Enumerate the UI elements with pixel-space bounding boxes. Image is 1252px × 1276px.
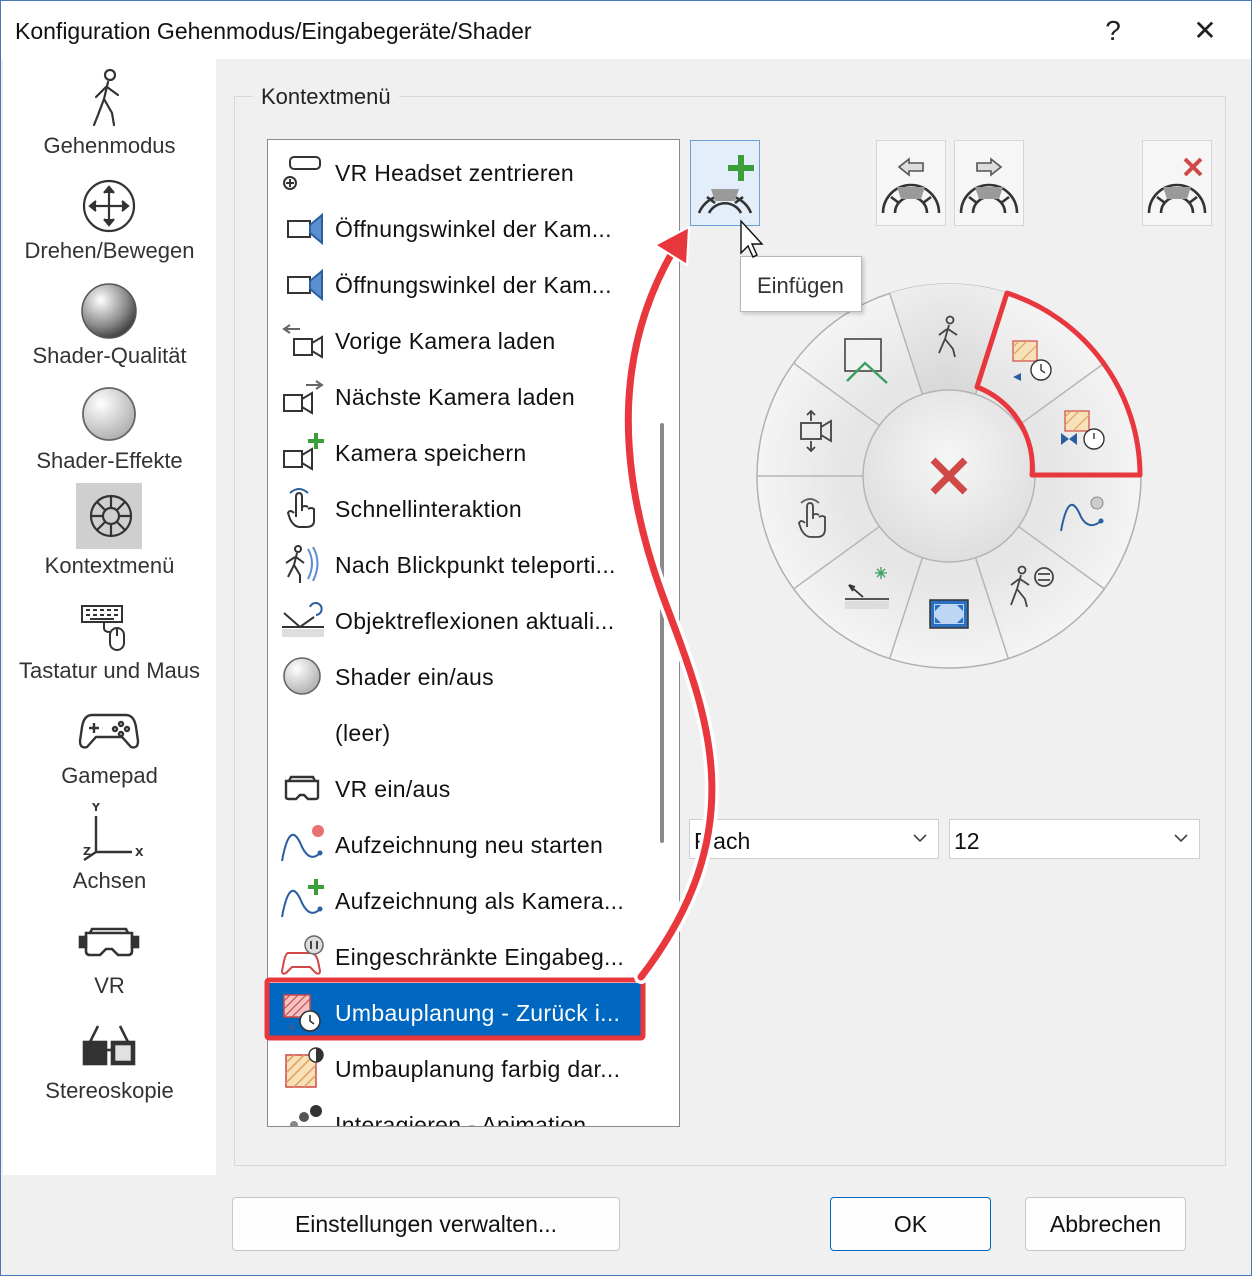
insert-tooltip: Einfügen (740, 256, 862, 312)
segment-count-dropdown[interactable]: 12 (949, 819, 1200, 859)
style-dropdown[interactable]: Flach (689, 819, 939, 859)
ok-button[interactable]: OK (830, 1197, 991, 1251)
manage-settings-button[interactable]: Einstellungen verwalten... (232, 1197, 620, 1251)
chevron-down-icon (1174, 834, 1188, 843)
radial-menu-preview (756, 283, 1142, 669)
fullscreen-icon[interactable] (929, 599, 969, 629)
dialog-window: Konfiguration Gehenmodus/Eingabegeräte/S… (0, 0, 1252, 1276)
chevron-down-icon (913, 834, 927, 843)
cancel-button[interactable]: Abbrechen (1025, 1197, 1186, 1251)
